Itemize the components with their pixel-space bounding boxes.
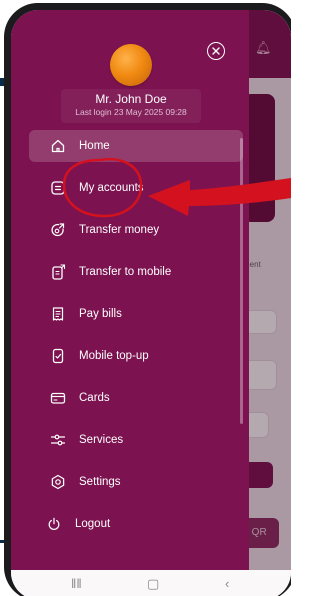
transfer-icon [49,221,67,239]
recent-apps-icon[interactable]: ‖‖ [71,576,82,591]
wallet-icon [49,179,67,197]
last-login-text: Last login 23 May 2025 09:28 [75,107,187,117]
menu-item-logout[interactable]: Logout [29,508,243,540]
menu-item-label: Settings [79,476,121,488]
close-drawer-button[interactable] [207,42,225,60]
menu-item-label: Transfer money [79,224,160,236]
menu-item-pay-bills[interactable]: Pay bills [29,298,243,330]
home-icon [49,137,67,155]
menu-item-mobile-top-up[interactable]: Mobile top-up [29,340,243,372]
menu-item-transfer-to-mobile[interactable]: Transfer to mobile [29,256,243,288]
menu-item-label: My accounts [79,182,144,194]
user-info: Mr. John Doe Last login 23 May 2025 09:2… [61,89,201,123]
menu-item-my-accounts[interactable]: My accounts [29,172,243,204]
card-icon [49,389,67,407]
menu-item-label: Logout [75,518,111,530]
receipt-icon [49,305,67,323]
screenshot-stage: 🔔︎ ment n QR Mr. John Doe Last login 23 … [0,0,291,596]
navigation-drawer: Mr. John Doe Last login 23 May 2025 09:2… [11,10,249,570]
mobile-topup-icon [49,347,67,365]
menu-item-home[interactable]: Home [29,130,243,162]
avatar [110,44,152,86]
phone-frame: 🔔︎ ment n QR Mr. John Doe Last login 23 … [4,3,291,596]
close-icon [212,47,220,55]
menu-item-label: Transfer to mobile [79,266,172,278]
drawer-scrollbar[interactable] [240,138,243,424]
phone-transfer-icon [49,263,67,281]
phone-screen: 🔔︎ ment n QR Mr. John Doe Last login 23 … [11,10,291,596]
power-icon [45,515,63,533]
menu-item-label: Mobile top-up [79,350,149,362]
system-nav-bar: ‖‖ ▢ ‹ [11,570,291,596]
menu-item-label: Services [79,434,124,446]
menu-item-label: Home [79,140,110,152]
menu-item-label: Cards [79,392,110,404]
menu-item-transfer-money[interactable]: Transfer money [29,214,243,246]
home-nav-icon[interactable]: ▢ [147,576,159,592]
menu-item-cards[interactable]: Cards [29,382,243,414]
menu-item-settings[interactable]: Settings [29,466,243,498]
gear-icon [49,473,67,491]
menu-item-services[interactable]: Services [29,424,243,456]
menu-item-label: Pay bills [79,308,122,320]
back-nav-icon[interactable]: ‹ [225,576,229,591]
user-name: Mr. John Doe [95,92,167,106]
sliders-icon [49,431,67,449]
